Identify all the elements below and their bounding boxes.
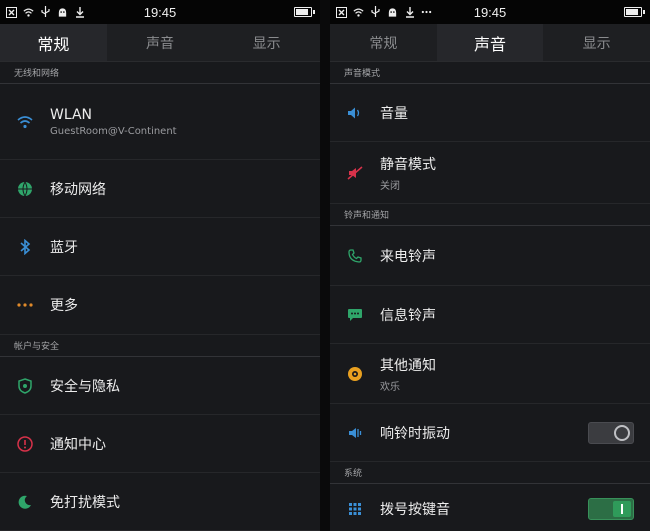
- dialpad-tone-setting[interactable]: 拨号按键音: [330, 484, 650, 531]
- section-header-sound-mode: 声音模式: [330, 62, 650, 84]
- more-notifications-icon: [421, 7, 432, 18]
- vibrate-icon: [344, 422, 366, 444]
- volume-title: 音量: [380, 105, 408, 122]
- section-header-network: 无线和网络: [0, 62, 320, 84]
- globe-icon: [14, 178, 36, 200]
- call-ringtone-title: 来电铃声: [380, 248, 436, 265]
- message-ringtone-setting[interactable]: 信息铃声: [330, 286, 650, 344]
- dnd-title: 免打扰模式: [50, 494, 120, 511]
- vibrate-toggle[interactable]: [588, 421, 634, 444]
- security-title: 安全与隐私: [50, 378, 120, 395]
- volume-setting[interactable]: 音量: [330, 84, 650, 142]
- tab-display[interactable]: 显示: [543, 24, 650, 61]
- dialpad-icon: [344, 498, 366, 520]
- usb-icon: [370, 6, 381, 18]
- dialpad-tone-toggle[interactable]: [588, 497, 634, 520]
- tab-sound[interactable]: 声音: [107, 24, 214, 61]
- tab-bar: 常规 声音 显示: [0, 24, 320, 62]
- more-dots-icon: [14, 294, 36, 316]
- silent-mode-setting[interactable]: 静音模式 关闭: [330, 142, 650, 204]
- call-ringtone-setting[interactable]: 来电铃声: [330, 226, 650, 286]
- other-notification-title: 其他通知: [380, 357, 436, 374]
- section-header-account: 帐户与安全: [0, 335, 320, 357]
- mobile-network-setting[interactable]: 移动网络: [0, 160, 320, 218]
- vibrate-title: 响铃时振动: [380, 425, 450, 442]
- silent-mode-status: 关闭: [380, 180, 400, 192]
- alert-circle-icon: [14, 433, 36, 455]
- bluetooth-icon: [14, 236, 36, 258]
- wlan-network-name: GuestRoom@V-Continent: [50, 125, 177, 137]
- other-notification-value: 欢乐: [380, 381, 400, 393]
- other-notification-setting[interactable]: 其他通知 欢乐: [330, 344, 650, 404]
- usb-icon: [40, 6, 51, 18]
- status-bar: 19:45: [0, 0, 320, 24]
- tab-general[interactable]: 常规: [330, 24, 437, 61]
- notification-center-setting[interactable]: 通知中心: [0, 415, 320, 473]
- download-icon: [404, 6, 415, 18]
- wlan-setting[interactable]: WLAN GuestRoom@V-Continent: [0, 84, 320, 160]
- android-debug-icon: [387, 7, 398, 18]
- security-privacy-setting[interactable]: 安全与隐私: [0, 357, 320, 415]
- section-header-ringtone: 铃声和通知: [330, 204, 650, 226]
- sound-settings-screen: 19:45 常规 声音 显示 声音模式 音量 静音模式 关闭 铃声和通知 来电铃…: [330, 0, 650, 531]
- mute-icon: [344, 162, 366, 184]
- screen-divider: [320, 0, 330, 531]
- bluetooth-setting[interactable]: 蓝牙: [0, 218, 320, 276]
- more-title: 更多: [50, 298, 78, 314]
- vibrate-on-ring-setting[interactable]: 响铃时振动: [330, 404, 650, 462]
- status-bar: 19:45: [330, 0, 650, 24]
- bluetooth-title: 蓝牙: [50, 239, 78, 256]
- tab-bar: 常规 声音 显示: [330, 24, 650, 62]
- message-ringtone-title: 信息铃声: [380, 307, 436, 324]
- shield-icon: [14, 375, 36, 397]
- wlan-title: WLAN: [50, 106, 93, 123]
- wifi-icon: [14, 111, 36, 133]
- tab-general[interactable]: 常规: [0, 24, 107, 61]
- moon-icon: [14, 491, 36, 513]
- mobile-network-title: 移动网络: [50, 181, 106, 198]
- notification-sound-icon: [344, 363, 366, 385]
- toggle-knob: [614, 424, 630, 441]
- chat-bubble-icon: [344, 304, 366, 326]
- tab-sound[interactable]: 声音: [436, 24, 544, 61]
- close-notification-icon: [6, 6, 17, 18]
- notification-title: 通知中心: [50, 436, 106, 453]
- phone-icon: [344, 245, 366, 267]
- more-setting[interactable]: 更多: [0, 276, 320, 335]
- dialpad-tone-title: 拨号按键音: [380, 501, 450, 518]
- tab-display[interactable]: 显示: [213, 24, 320, 61]
- battery-icon: [294, 7, 315, 17]
- download-icon: [74, 6, 85, 18]
- android-debug-icon: [57, 7, 68, 18]
- battery-icon: [624, 7, 645, 17]
- speaker-icon: [344, 102, 366, 124]
- general-settings-screen: 19:45 常规 声音 显示 无线和网络 WLAN GuestRoom@V-Co…: [0, 0, 320, 531]
- wifi-status-icon: [23, 7, 34, 18]
- silent-mode-title: 静音模式: [380, 156, 436, 173]
- section-header-system: 系统: [330, 462, 650, 484]
- do-not-disturb-setting[interactable]: 免打扰模式: [0, 473, 320, 531]
- toggle-knob: [613, 500, 631, 517]
- wifi-status-icon: [353, 7, 364, 18]
- close-notification-icon: [336, 6, 347, 18]
